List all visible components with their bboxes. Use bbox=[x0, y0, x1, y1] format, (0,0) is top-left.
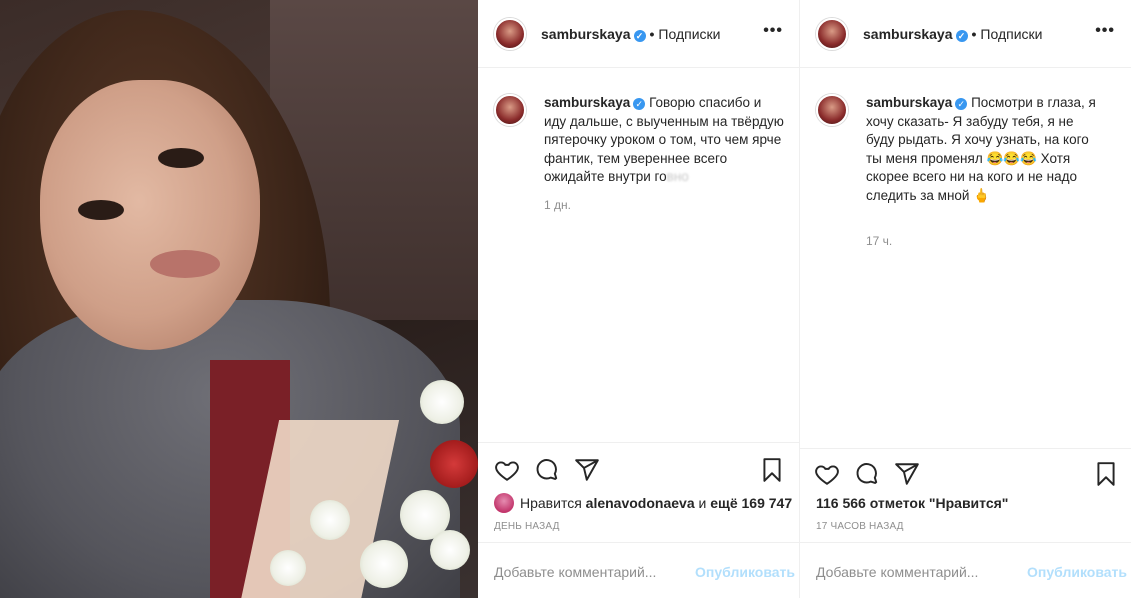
photo-eye-left bbox=[78, 200, 124, 220]
verified-icon: ✓ bbox=[633, 98, 646, 110]
share-icon[interactable] bbox=[574, 457, 600, 483]
verified-icon: ✓ bbox=[633, 30, 646, 42]
likes-prefix: Нравится bbox=[520, 495, 582, 511]
avatar[interactable] bbox=[494, 18, 526, 50]
heart-icon[interactable] bbox=[494, 457, 520, 483]
liker-username[interactable]: alenavodonaeva bbox=[586, 495, 695, 511]
comment-bar: Добавьте комментарий... Опубликовать bbox=[800, 542, 1131, 598]
likes-summary: Нравится alenavodonaeva и ещё 169 747 bbox=[494, 493, 792, 513]
photo-flower bbox=[360, 540, 408, 588]
header-user: samburskaya ✓ • Подписки bbox=[863, 26, 1042, 42]
photo-bouquet bbox=[250, 380, 478, 598]
photo-flower bbox=[420, 380, 464, 424]
header-user: samburskaya ✓ • Подписки bbox=[541, 26, 720, 42]
separator-dot: • bbox=[649, 26, 655, 42]
photo-eye-right bbox=[158, 148, 204, 168]
likes-middle: и bbox=[698, 495, 707, 511]
liker-avatar[interactable] bbox=[494, 493, 514, 513]
post-header: samburskaya ✓ • Подписки ••• bbox=[478, 0, 799, 68]
publish-button[interactable]: Опубликовать bbox=[695, 564, 795, 580]
actions-bar: Нравится alenavodonaeva и ещё 169 747 ДЕ… bbox=[478, 442, 799, 542]
post-photo[interactable] bbox=[0, 0, 478, 598]
caption-text: samburskaya ✓ Говорю спасибо и иду дальше… bbox=[544, 94, 784, 187]
following-button[interactable]: Подписки bbox=[658, 26, 720, 42]
share-icon[interactable] bbox=[894, 461, 920, 487]
publish-button[interactable]: Опубликовать bbox=[1027, 564, 1127, 580]
comment-bar: Добавьте комментарий... Опубликовать bbox=[478, 542, 799, 598]
actions-bar: 116 566 отметок "Нравится" 17 ЧАСОВ НАЗА… bbox=[800, 448, 1131, 542]
avatar[interactable] bbox=[816, 18, 848, 50]
username-link[interactable]: samburskaya bbox=[863, 26, 953, 42]
likes-count[interactable]: 116 566 отметок "Нравится" bbox=[816, 495, 1008, 511]
following-button[interactable]: Подписки bbox=[980, 26, 1042, 42]
bookmark-icon[interactable] bbox=[759, 457, 785, 483]
photo-rose bbox=[430, 440, 478, 488]
caption-username[interactable]: samburskaya bbox=[866, 95, 952, 110]
separator-dot: • bbox=[971, 26, 977, 42]
post-age[interactable]: 17 ЧАСОВ НАЗАД bbox=[816, 521, 904, 532]
caption-time: 17 ч. bbox=[866, 234, 893, 248]
heart-icon[interactable] bbox=[814, 461, 840, 487]
comment-input[interactable]: Добавьте комментарий... bbox=[816, 564, 978, 580]
post-panel-1: samburskaya ✓ • Подписки ••• samburskaya ✓ Г… bbox=[478, 0, 800, 598]
verified-icon: ✓ bbox=[955, 30, 968, 42]
post-age[interactable]: ДЕНЬ НАЗАД bbox=[494, 521, 560, 532]
comment-icon[interactable] bbox=[854, 461, 880, 487]
photo-lips bbox=[150, 250, 220, 278]
photo-flower bbox=[310, 500, 350, 540]
username-link[interactable]: samburskaya bbox=[541, 26, 631, 42]
caption-body: Посмотри в глаза, я хочу сказать- Я забу… bbox=[866, 95, 1096, 203]
verified-icon: ✓ bbox=[955, 98, 968, 110]
post-panel-2: samburskaya ✓ • Подписки ••• samburskaya ✓ П… bbox=[800, 0, 1131, 598]
caption-text: samburskaya ✓ Посмотри в глаза, я хочу ск… bbox=[866, 94, 1098, 205]
caption-username[interactable]: samburskaya bbox=[544, 95, 630, 110]
avatar[interactable] bbox=[494, 94, 526, 126]
likes-count[interactable]: ещё 169 747 bbox=[710, 495, 792, 511]
likes-summary: 116 566 отметок "Нравится" bbox=[816, 495, 1008, 511]
more-options-icon[interactable]: ••• bbox=[1095, 22, 1115, 40]
caption-blurred-word: вно bbox=[666, 169, 689, 184]
photo-face bbox=[40, 80, 260, 350]
post-header: samburskaya ✓ • Подписки ••• bbox=[800, 0, 1131, 68]
avatar[interactable] bbox=[816, 94, 848, 126]
caption-time: 1 дн. bbox=[544, 198, 571, 212]
bookmark-icon[interactable] bbox=[1093, 461, 1119, 487]
photo-flower bbox=[270, 550, 306, 586]
comment-icon[interactable] bbox=[534, 457, 560, 483]
photo-flower bbox=[430, 530, 470, 570]
comment-input[interactable]: Добавьте комментарий... bbox=[494, 564, 656, 580]
more-options-icon[interactable]: ••• bbox=[763, 22, 783, 40]
